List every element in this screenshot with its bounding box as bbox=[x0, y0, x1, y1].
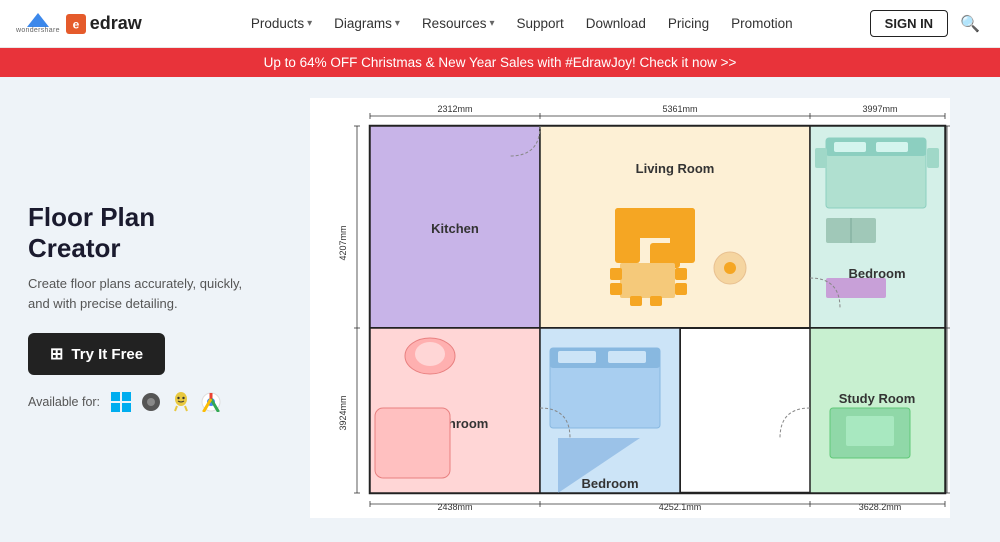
windows-icon: ⊞ bbox=[50, 344, 63, 364]
os-icons bbox=[110, 391, 222, 413]
kitchen-label: Kitchen bbox=[431, 221, 479, 236]
floor-plan-svg: 2312mm 5361mm 3997mm 4207mm 3924mm bbox=[310, 98, 950, 518]
navbar: wondershare e edraw Products ▾ Diagrams … bbox=[0, 0, 1000, 48]
promo-text: Up to 64% OFF Christmas & New Year Sales… bbox=[264, 55, 737, 70]
dim-bottom-3: 3628.2mm bbox=[859, 502, 902, 512]
chrome-os-icon bbox=[200, 391, 222, 413]
dim-left-1: 4207mm bbox=[338, 225, 348, 260]
windows-os-icon bbox=[110, 391, 132, 413]
study-room-label: Study Room bbox=[839, 391, 916, 406]
chevron-down-icon: ▾ bbox=[395, 18, 400, 29]
edraw-logo-svg: e bbox=[67, 15, 85, 33]
hero-description: Create floor plans accurately, quickly, … bbox=[28, 274, 252, 313]
dim-left-2: 3924mm bbox=[338, 395, 348, 430]
logo[interactable]: wondershare e edraw bbox=[16, 13, 142, 34]
hero-title: Floor Plan Creator bbox=[28, 202, 252, 264]
nav-pricing[interactable]: Pricing bbox=[658, 10, 719, 37]
wondershare-logo-icon bbox=[27, 13, 49, 27]
nav-promotion[interactable]: Promotion bbox=[721, 10, 803, 37]
search-icon[interactable]: 🔍 bbox=[956, 10, 984, 38]
nav-right: SIGN IN 🔍 bbox=[870, 10, 984, 38]
nav-products[interactable]: Products ▾ bbox=[241, 10, 322, 37]
try-it-free-label: Try It Free bbox=[71, 346, 143, 363]
dim-top-1: 2312mm bbox=[437, 104, 472, 114]
edraw-icon: e bbox=[66, 14, 86, 34]
signin-button[interactable]: SIGN IN bbox=[870, 10, 948, 37]
nav-support[interactable]: Support bbox=[507, 10, 574, 37]
nav-resources[interactable]: Resources ▾ bbox=[412, 10, 505, 37]
available-label: Available for: bbox=[28, 395, 100, 409]
main-content: Floor Plan Creator Create floor plans ac… bbox=[0, 77, 1000, 538]
chevron-down-icon: ▾ bbox=[307, 18, 312, 29]
left-panel: Floor Plan Creator Create floor plans ac… bbox=[0, 77, 280, 538]
nav-download[interactable]: Download bbox=[576, 10, 656, 37]
wondershare-text: wondershare bbox=[16, 27, 60, 34]
svg-text:e: e bbox=[72, 17, 79, 31]
bedroom-bottom-label: Bedroom bbox=[581, 476, 638, 491]
dim-bottom-1: 2438mm bbox=[437, 502, 472, 512]
try-it-free-button[interactable]: ⊞ Try It Free bbox=[28, 333, 165, 375]
promo-banner[interactable]: Up to 64% OFF Christmas & New Year Sales… bbox=[0, 48, 1000, 77]
brand-name: edraw bbox=[90, 13, 142, 34]
dim-top-2: 5361mm bbox=[662, 104, 697, 114]
nav-diagrams[interactable]: Diagrams ▾ bbox=[324, 10, 410, 37]
nav-links: Products ▾ Diagrams ▾ Resources ▾ Suppor… bbox=[174, 10, 870, 37]
floor-plan: 2312mm 5361mm 3997mm 4207mm 3924mm bbox=[310, 98, 950, 518]
chevron-down-icon: ▾ bbox=[489, 18, 494, 29]
right-panel: 2312mm 5361mm 3997mm 4207mm 3924mm bbox=[280, 77, 1000, 538]
linux-os-icon bbox=[170, 391, 192, 413]
dim-top-3: 3997mm bbox=[862, 104, 897, 114]
available-for: Available for: bbox=[28, 391, 252, 413]
living-room-label: Living Room bbox=[636, 161, 715, 176]
macos-os-icon bbox=[140, 391, 162, 413]
dim-bottom-2: 4252.1mm bbox=[659, 502, 702, 512]
